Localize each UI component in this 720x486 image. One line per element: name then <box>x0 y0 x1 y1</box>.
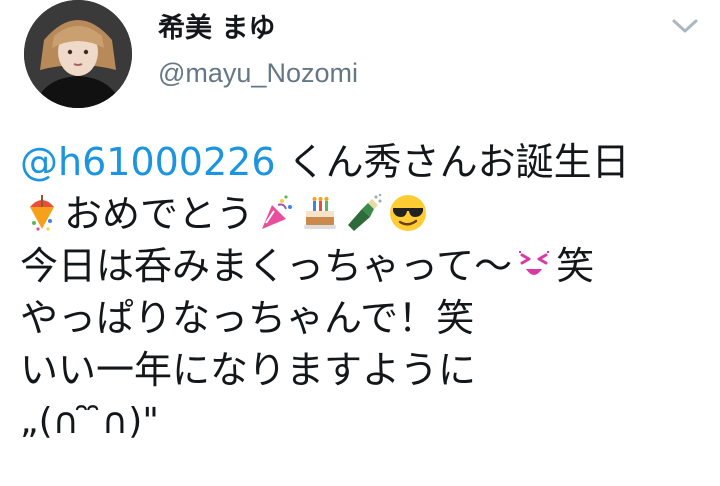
tweet-line-5: いい一年になりますように <box>20 348 477 392</box>
tweet-text: @h61000226 くん秀さんお誕生日 おめでとう 今日は呑みまくっちゃって〜… <box>20 136 710 448</box>
tweet-card: 希美 まゆ @mayu_Nozomi @h61000226 くん秀さんお誕生日 … <box>0 0 720 486</box>
tweet-line-1: @h61000226 くん秀さんお誕生日 <box>20 136 710 188</box>
user-display-name[interactable]: 希美 まゆ <box>158 12 275 46</box>
tweet-line-1-text: くん秀さんお誕生日 <box>275 140 630 184</box>
avatar[interactable] <box>24 0 132 108</box>
tweet-line-3-tail: 笑 <box>556 244 595 288</box>
tweet-line-2: おめでとう <box>20 188 710 240</box>
tweet-line-4: やっぱりなっちゃんで！笑 <box>20 296 475 340</box>
user-handle[interactable]: @mayu_Nozomi <box>158 56 358 90</box>
confetti-popper-icon <box>256 193 296 233</box>
squinting-face-icon <box>514 245 554 285</box>
birthday-cake-icon <box>300 193 340 233</box>
sunglasses-face-icon <box>388 193 428 233</box>
champagne-bottle-icon <box>344 193 384 233</box>
tweet-line-6: „(∩ ̑ ̑∩)" <box>20 401 159 442</box>
tweet-line-2-text: おめでとう <box>64 192 255 236</box>
party-popper-icon <box>22 193 62 233</box>
tweet-line-3: 今日は呑みまくっちゃって〜 笑 <box>20 240 710 292</box>
tweet-line-3-text: 今日は呑みまくっちゃって〜 <box>20 244 513 288</box>
mention-link[interactable]: @h61000226 <box>20 140 276 184</box>
chevron-down-icon[interactable] <box>670 16 700 36</box>
